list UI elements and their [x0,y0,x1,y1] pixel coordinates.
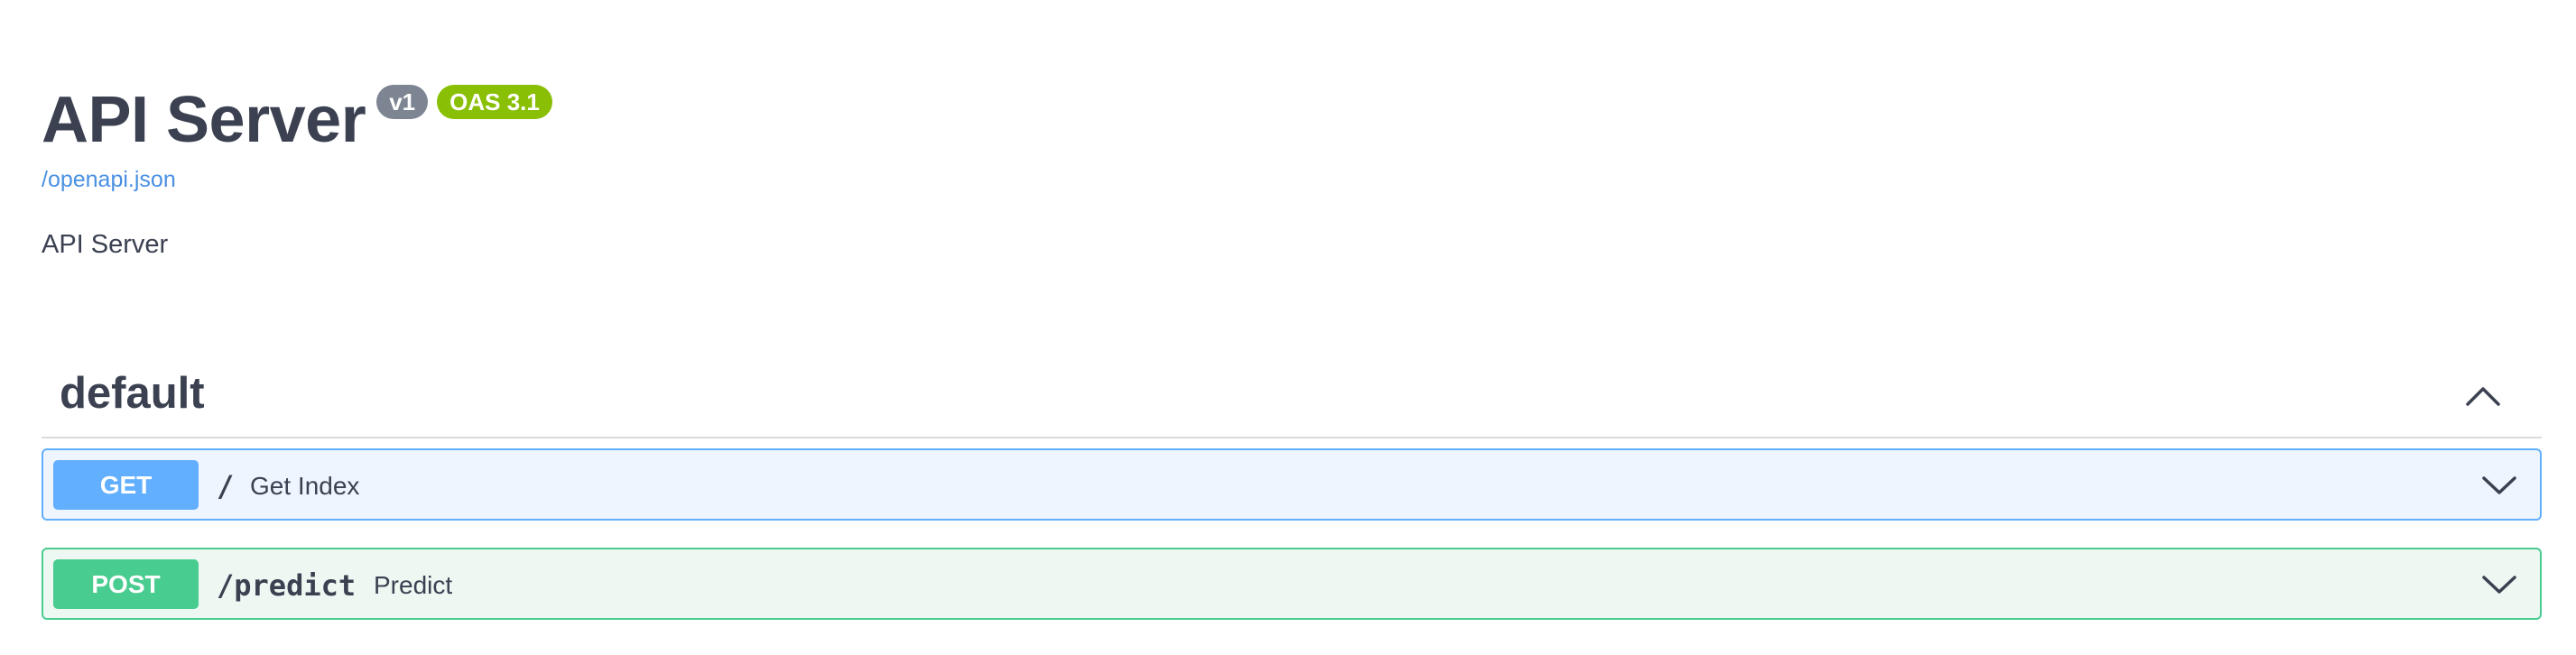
chevron-down-icon[interactable] [2479,465,2520,506]
api-description: API Server [42,230,169,259]
chevron-down-icon[interactable] [2479,564,2520,605]
operation-path: / [217,469,235,503]
openapi-spec-link[interactable]: /openapi.json [42,166,176,193]
api-title: API Server [42,84,366,156]
method-badge-get: GET [53,460,199,510]
tag-title: default [60,369,205,418]
operation-get-index[interactable]: GET / Get Index [42,448,2542,521]
version-badge: v1 [376,85,429,119]
tag-section-header[interactable]: default [42,354,2542,438]
method-badge-post: POST [53,559,199,609]
chevron-up-icon[interactable] [2460,374,2506,419]
info-title-row: API Server v1 OAS 3.1 [42,79,552,161]
operation-summary: Predict [374,571,453,599]
operation-path: /predict [217,568,357,603]
operation-post-predict[interactable]: POST /predict Predict [42,548,2542,620]
oas-version-badge: OAS 3.1 [437,85,552,119]
operation-summary: Get Index [250,472,360,500]
